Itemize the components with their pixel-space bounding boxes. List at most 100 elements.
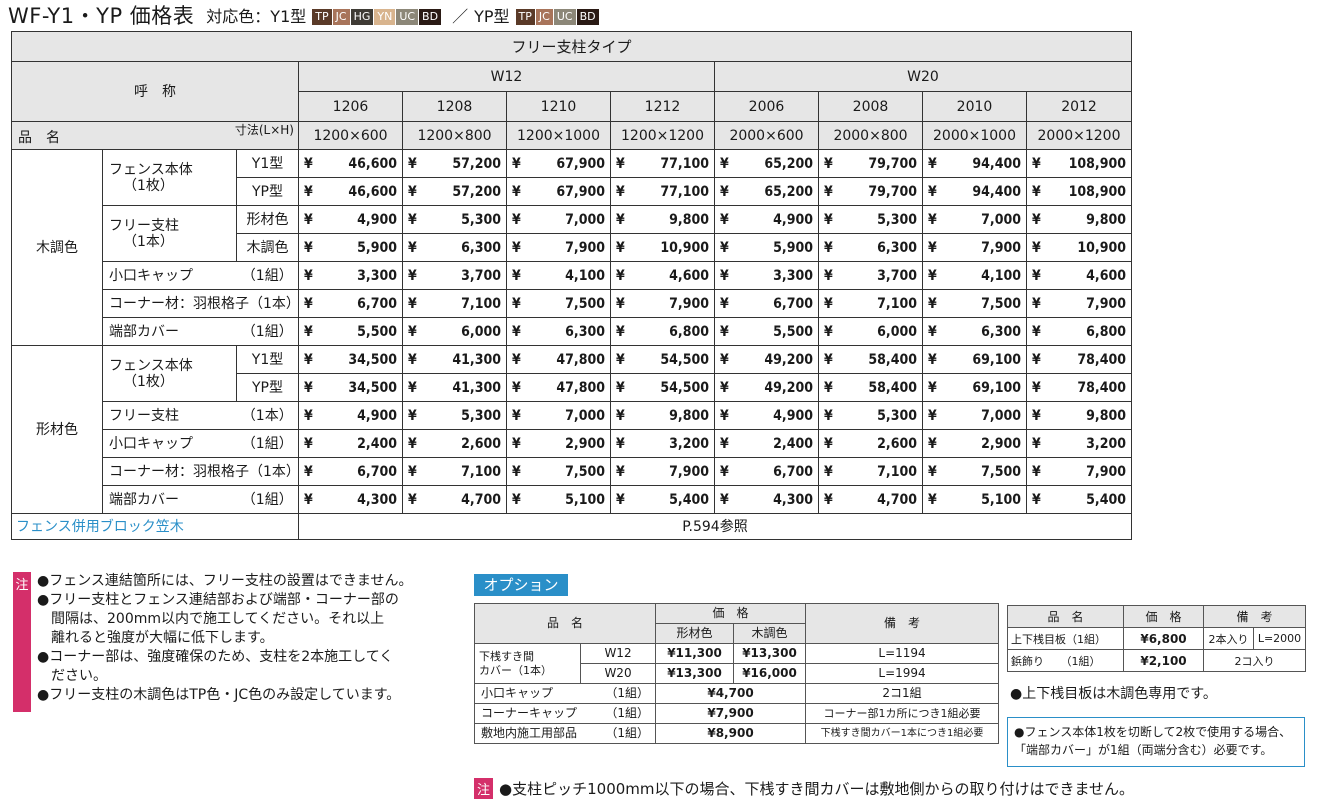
yen-sign: ¥ [304, 211, 313, 228]
price-cell: ¥5,300 [818, 401, 923, 430]
yen-sign: ¥ [824, 435, 833, 452]
price-cell: ¥4,900 [714, 205, 819, 234]
price-cell: ¥6,000 [402, 317, 507, 346]
price-cell: ¥9,800 [610, 205, 715, 234]
type-y1: Y1型 [236, 149, 299, 178]
price-cell: ¥5,400 [1025, 485, 1133, 514]
yen-sign: ¥ [512, 323, 521, 340]
price-value: 6,300 [565, 323, 605, 340]
price-value: 58,400 [868, 351, 917, 368]
yen-sign: ¥ [720, 463, 729, 480]
price-cell: ¥6,300 [922, 317, 1027, 346]
price-value: 108,900 [1068, 155, 1127, 172]
block-kasagi-link[interactable]: フェンス併用ブロック笠木 [11, 513, 299, 540]
price-cell: ¥9,800 [1025, 205, 1133, 234]
opt-header-biko: 備 考 [805, 603, 1000, 644]
price-cell: ¥2,600 [402, 429, 507, 458]
price-cell: ¥7,000 [922, 401, 1027, 430]
price-cell: ¥77,100 [610, 177, 715, 206]
note-mark: 注 [13, 572, 31, 712]
price-cell: ¥6,000 [818, 317, 923, 346]
yen-sign: ¥ [720, 267, 729, 284]
group-w20: W20 [713, 61, 1133, 92]
yen-sign: ¥ [408, 435, 417, 452]
price-value: 7,100 [461, 295, 501, 312]
price-cell: ¥46,600 [298, 149, 403, 178]
price-cell: ¥7,900 [922, 233, 1027, 262]
price-cell: ¥7,500 [922, 457, 1027, 486]
free-post-name: フリー支柱 [109, 217, 179, 234]
price-value: 5,100 [981, 491, 1021, 508]
color-badge: BD [576, 9, 599, 25]
price-cell: ¥7,500 [506, 457, 611, 486]
yen-sign: ¥ [928, 351, 937, 368]
price-cell: ¥5,100 [506, 485, 611, 514]
note-item: ●フリー支柱の木調色はTP色・JC色のみ設定しています。 [37, 687, 401, 703]
opt-shikichi-price: ¥8,900 [655, 723, 807, 744]
price-value: 3,300 [357, 267, 397, 284]
price-value: 9,800 [1086, 407, 1127, 424]
price-cell: ¥3,200 [1025, 429, 1133, 458]
name-header: 呼 称 [11, 61, 299, 122]
price-value: 7,100 [877, 295, 917, 312]
yen-sign: ¥ [1032, 435, 1041, 452]
yen-sign: ¥ [1032, 295, 1041, 312]
price-value: 65,200 [764, 183, 813, 200]
fence-body-name: フェンス本体 [109, 357, 193, 374]
yen-sign: ¥ [1032, 463, 1041, 480]
price-cell: ¥78,400 [1025, 345, 1133, 374]
yen-sign: ¥ [928, 407, 937, 424]
opt-cover-w12: W12 [579, 643, 657, 664]
yen-sign: ¥ [616, 463, 625, 480]
group-w12: W12 [298, 61, 715, 92]
yen-sign: ¥ [512, 155, 521, 172]
yen-sign: ¥ [1032, 155, 1041, 172]
price-value: 4,900 [357, 211, 397, 228]
price-value: 78,400 [1077, 351, 1127, 368]
yen-sign: ¥ [1032, 379, 1041, 396]
price-cell: ¥67,900 [506, 149, 611, 178]
price-cell: ¥108,900 [1025, 177, 1133, 206]
price-value: 5,300 [877, 211, 917, 228]
side-r1-biko1: 2本入り [1203, 627, 1254, 650]
wood-koguchi-qty: （1組） [236, 261, 299, 290]
yen-sign: ¥ [304, 267, 313, 284]
yen-sign: ¥ [304, 491, 313, 508]
form-free-post: フリー支柱 [102, 401, 237, 430]
price-cell: ¥57,200 [402, 177, 507, 206]
price-cell: ¥79,700 [818, 149, 923, 178]
price-cell: ¥7,100 [402, 289, 507, 318]
price-cell: ¥69,100 [922, 345, 1027, 374]
price-value: 5,300 [461, 211, 501, 228]
yen-sign: ¥ [928, 491, 937, 508]
price-cell: ¥4,300 [298, 485, 403, 514]
price-cell: ¥7,900 [1025, 289, 1133, 318]
yen-sign: ¥ [616, 323, 625, 340]
price-value: 3,200 [1086, 435, 1127, 452]
price-cell: ¥7,900 [1025, 457, 1133, 486]
yen-sign: ¥ [408, 351, 417, 368]
price-cell: ¥49,200 [714, 373, 819, 402]
yen-sign: ¥ [824, 351, 833, 368]
price-cell: ¥2,400 [298, 429, 403, 458]
yen-sign: ¥ [1032, 239, 1041, 256]
price-cell: ¥57,200 [402, 149, 507, 178]
bottom-note-mark: 注 [474, 778, 494, 799]
side-options-table: 品 名 価 格 備 考 上下桟目板（1組） ¥6,800 2本入り L=2000… [1007, 605, 1307, 672]
price-cell: ¥9,800 [610, 401, 715, 430]
side-r2-biko: 2コ入り [1202, 649, 1307, 672]
price-value: 57,200 [452, 183, 501, 200]
price-value: 69,100 [972, 379, 1021, 396]
price-value: 54,500 [660, 351, 709, 368]
price-cell: ¥41,300 [402, 345, 507, 374]
price-value: 7,500 [565, 463, 605, 480]
yen-sign: ¥ [304, 351, 313, 368]
price-value: 6,000 [877, 323, 917, 340]
price-value: 4,600 [1086, 267, 1127, 284]
yen-sign: ¥ [928, 183, 937, 200]
yen-sign: ¥ [304, 295, 313, 312]
price-cell: ¥47,800 [506, 373, 611, 402]
yen-sign: ¥ [824, 323, 833, 340]
price-value: 41,300 [452, 351, 501, 368]
code-cell: 2008 [818, 91, 923, 122]
